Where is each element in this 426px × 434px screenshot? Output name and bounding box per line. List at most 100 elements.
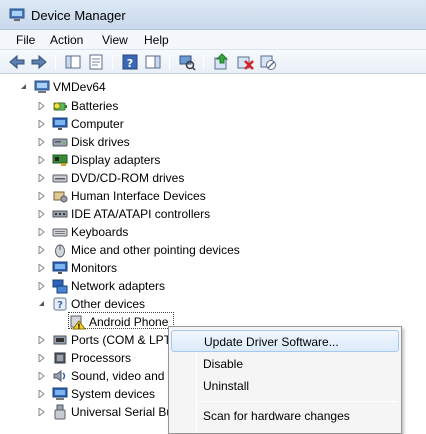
- context-menu: Update Driver Software... Disable Uninst…: [168, 326, 402, 434]
- tree-item-label: Network adapters: [71, 279, 166, 293]
- tree-item-label: DVD/CD-ROM drives: [71, 171, 185, 185]
- action-pane-icon[interactable]: [144, 53, 162, 71]
- tree-item-label: System devices: [71, 387, 156, 401]
- window-title: Device Manager: [31, 8, 126, 23]
- tree-item-human-interface-devices[interactable]: Human Interface Devices: [0, 187, 426, 205]
- toolbar-separator: [169, 54, 170, 70]
- menu-help[interactable]: Help: [140, 31, 173, 49]
- tree-item-label: Sound, video and: [71, 369, 165, 383]
- disk-drive-icon: [52, 138, 68, 147]
- tree-item-label: Display adapters: [71, 153, 161, 167]
- tree-item-label: Other devices: [71, 297, 146, 311]
- menu-item-label: Scan for hardware changes: [203, 409, 350, 423]
- tree-item-label: Android Phone: [89, 315, 169, 329]
- disable-icon[interactable]: [259, 53, 277, 71]
- system-device-icon: [52, 387, 68, 400]
- update-driver-software-menu-item[interactable]: Update Driver Software...: [171, 330, 399, 352]
- tree-item-label: Human Interface Devices: [71, 189, 206, 203]
- tree-item-label: Mice and other pointing devices: [71, 243, 240, 257]
- collapsed-chevron-icon[interactable]: [38, 192, 45, 200]
- collapsed-chevron-icon[interactable]: [38, 336, 45, 344]
- update-driver-icon[interactable]: [212, 53, 230, 71]
- tree-item-network-adapters[interactable]: Network adapters: [0, 277, 426, 295]
- battery-icon: [53, 102, 67, 111]
- collapsed-chevron-icon[interactable]: [38, 372, 45, 380]
- menu-file[interactable]: File: [12, 31, 39, 49]
- forward-arrow-icon[interactable]: [30, 53, 48, 71]
- computer-icon: [34, 80, 50, 93]
- tree-item-label: Disk drives: [71, 135, 130, 149]
- collapsed-chevron-icon[interactable]: [38, 228, 45, 236]
- menu-bar: File Action View Help: [0, 30, 426, 50]
- tree-item-mice-and-other-pointing-devices[interactable]: Mice and other pointing devices: [0, 241, 426, 259]
- network-adapter-icon: [52, 279, 68, 294]
- monitor-icon: [52, 261, 68, 274]
- uninstall-icon[interactable]: [236, 53, 254, 71]
- expanded-chevron-icon[interactable]: [20, 83, 27, 91]
- tree-root-vmdev64[interactable]: VMDev64: [0, 78, 426, 96]
- tree-item-label: Universal Serial Bus: [71, 405, 180, 419]
- svg-text:!: !: [77, 323, 80, 331]
- collapsed-chevron-icon[interactable]: [38, 174, 45, 182]
- tree-item-ide-ata-atapi-controllers[interactable]: IDE ATA/ATAPI controllers: [0, 205, 426, 223]
- tree-item-batteries[interactable]: Batteries: [0, 97, 426, 115]
- collapsed-chevron-icon[interactable]: [38, 354, 45, 362]
- toolbar-separator: [112, 54, 113, 70]
- tree-item-label: VMDev64: [53, 80, 106, 94]
- menu-view[interactable]: View: [98, 31, 132, 49]
- usb-icon: [54, 404, 66, 420]
- menu-item-label: Uninstall: [203, 379, 250, 393]
- menu-action[interactable]: Action: [46, 31, 87, 49]
- toolbar: ?: [0, 50, 426, 74]
- sound-icon: [53, 370, 66, 382]
- tree-item-label: Computer: [71, 117, 124, 131]
- device-manager-icon: [9, 8, 25, 21]
- collapsed-chevron-icon[interactable]: [38, 138, 45, 146]
- menu-item-label: Update Driver Software...: [204, 335, 339, 349]
- scan-hardware-icon[interactable]: [178, 53, 196, 71]
- collapsed-chevron-icon[interactable]: [38, 264, 45, 272]
- collapsed-chevron-icon[interactable]: [38, 408, 45, 416]
- collapsed-chevron-icon[interactable]: [38, 210, 45, 218]
- collapsed-chevron-icon[interactable]: [38, 102, 45, 110]
- properties-icon[interactable]: [87, 53, 105, 71]
- tree-item-display-adapters[interactable]: Display adapters: [0, 151, 426, 169]
- keyboard-icon: [52, 228, 68, 237]
- svg-text:?: ?: [57, 300, 63, 311]
- collapsed-chevron-icon[interactable]: [38, 156, 45, 164]
- scan-for-hardware-changes-menu-item[interactable]: Scan for hardware changes: [171, 405, 399, 427]
- tree-item-dvd-cd-rom-drives[interactable]: DVD/CD-ROM drives: [0, 169, 426, 187]
- port-icon: [53, 335, 67, 345]
- toolbar-separator: [203, 54, 204, 70]
- monitor-icon: [52, 117, 68, 130]
- tree-item-label: Keyboards: [71, 225, 129, 239]
- tree-item-keyboards[interactable]: Keyboards: [0, 223, 426, 241]
- show-hide-console-tree-icon[interactable]: [64, 53, 82, 71]
- svg-text:?: ?: [127, 57, 133, 70]
- back-arrow-icon[interactable]: [8, 53, 26, 71]
- dvd-drive-icon: [52, 174, 68, 183]
- tree-item-monitors[interactable]: Monitors: [0, 259, 426, 277]
- tree-item-computer[interactable]: Computer: [0, 115, 426, 133]
- tree-item-disk-drives[interactable]: Disk drives: [0, 133, 426, 151]
- tree-item-label: IDE ATA/ATAPI controllers: [71, 207, 211, 221]
- tree-item-label: Monitors: [71, 261, 118, 275]
- tree-item-other-devices[interactable]: ? Other devices: [0, 295, 426, 313]
- disable-menu-item[interactable]: Disable: [171, 353, 399, 375]
- tree-item-label: Ports (COM & LPT: [71, 333, 172, 347]
- collapsed-chevron-icon[interactable]: [38, 282, 45, 290]
- collapsed-chevron-icon[interactable]: [38, 120, 45, 128]
- tree-item-label: Batteries: [71, 99, 119, 113]
- menu-separator: [199, 401, 397, 402]
- warning-device-icon: !: [70, 315, 86, 331]
- toolbar-separator: [55, 54, 56, 70]
- collapsed-chevron-icon[interactable]: [38, 390, 45, 398]
- collapsed-chevron-icon[interactable]: [38, 246, 45, 254]
- help-icon[interactable]: ?: [121, 53, 139, 71]
- uninstall-menu-item[interactable]: Uninstall: [171, 375, 399, 397]
- mouse-icon: [55, 244, 65, 258]
- tree-item-label: Processors: [71, 351, 132, 365]
- expanded-chevron-icon[interactable]: [38, 300, 45, 308]
- ide-controller-icon: [52, 210, 68, 218]
- hid-icon: [53, 191, 68, 203]
